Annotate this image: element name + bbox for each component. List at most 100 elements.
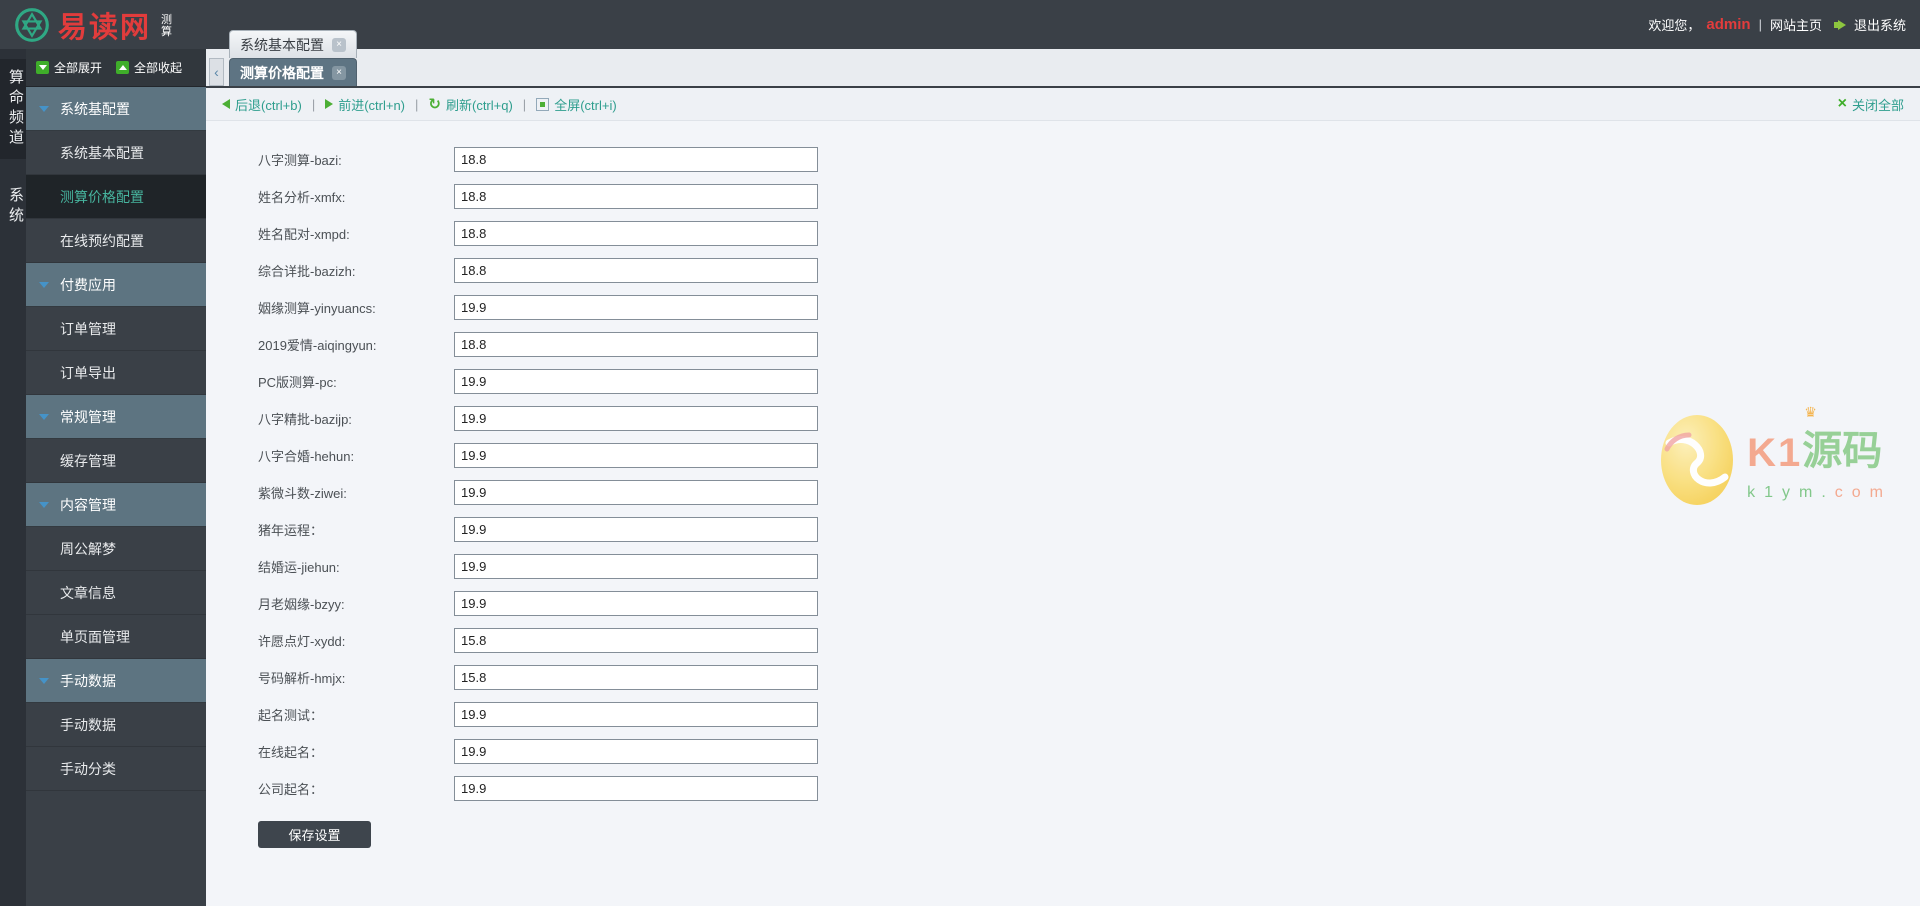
form-row: 许愿点灯-xydd: [258, 622, 1920, 659]
vertical-nav-label: 系统 [7, 187, 24, 227]
sidebar-item[interactable]: 周公解梦 [26, 527, 206, 571]
form-row: 号码解析-hmjx: [258, 659, 1920, 696]
sidebar-item[interactable]: 文章信息 [26, 571, 206, 615]
field-label: 在线起名： [258, 745, 324, 760]
refresh-button[interactable]: ↻ 刷新(ctrl+q) [428, 95, 512, 114]
price-input[interactable] [454, 443, 818, 468]
price-input[interactable] [454, 591, 818, 616]
price-input[interactable] [454, 702, 818, 727]
sidebar-item-label: 系统基本配置 [60, 144, 144, 161]
price-input[interactable] [454, 406, 818, 431]
welcome-text: 欢迎您， [1648, 18, 1701, 33]
price-input[interactable] [454, 517, 818, 542]
field-label: 综合详批-bazizh: [258, 264, 356, 279]
field-label: 紫微斗数-ziwei: [258, 486, 347, 501]
sidebar-item[interactable]: 测算价格配置 [26, 175, 206, 219]
forward-label: 前进(ctrl+n) [338, 97, 406, 113]
sidebar-item[interactable]: 手动数据 [26, 659, 206, 703]
field-label: 许愿点灯-xydd: [258, 634, 346, 649]
form-row: 月老姻缘-bzyy: [258, 585, 1920, 622]
sidebar-item[interactable]: 常规管理 [26, 395, 206, 439]
tab-scroll-left-button[interactable]: ‹ [209, 58, 224, 86]
form-row: 结婚运-jiehun: [258, 548, 1920, 585]
vertical-nav-item[interactable]: 算命频道 [0, 59, 26, 159]
price-input[interactable] [454, 776, 818, 801]
forward-button[interactable]: 前进(ctrl+n) [325, 95, 405, 114]
sidebar-item[interactable]: 系统基配置 [26, 87, 206, 131]
sidebar: 全部展开 全部收起 系统基配置系统基本配置测算价格配置在线预约配置 付费应用订单管… [26, 49, 206, 906]
sidebar-item[interactable]: 单页面管理 [26, 615, 206, 659]
sidebar-item[interactable]: 订单管理 [26, 307, 206, 351]
close-all-icon: × [1837, 95, 1847, 112]
back-button[interactable]: 后退(ctrl+b) [222, 95, 302, 114]
fullscreen-button[interactable]: 全屏(ctrl+i) [536, 95, 617, 114]
sidebar-item[interactable]: 系统基本配置 [26, 131, 206, 175]
sidebar-item[interactable]: 订单导出 [26, 351, 206, 395]
sidebar-item-label: 系统基配置 [60, 100, 130, 117]
field-label: 公司起名： [258, 782, 324, 797]
price-input[interactable] [454, 221, 818, 246]
topbar-user-area: 欢迎您， admin | 网站主页 退出系统 [1648, 15, 1906, 34]
price-input[interactable] [454, 295, 818, 320]
sidebar-item-label: 付费应用 [60, 276, 116, 293]
form-row: 起名测试： [258, 696, 1920, 733]
form-row: 公司起名： [258, 770, 1920, 807]
sidebar-item[interactable]: 手动分类 [26, 747, 206, 791]
sidebar-item-label: 手动分类 [60, 760, 116, 777]
field-label: 起名测试： [258, 708, 324, 723]
price-input[interactable] [454, 332, 818, 357]
tab[interactable]: 系统基本配置 × [229, 30, 357, 58]
field-label: 姻缘测算-yinyuancs: [258, 301, 376, 316]
price-input[interactable] [454, 258, 818, 283]
refresh-icon: ↻ [428, 95, 441, 113]
price-input[interactable] [454, 369, 818, 394]
form-row: PC版测算-pc: [258, 363, 1920, 400]
field-label: 月老姻缘-bzyy: [258, 597, 345, 612]
price-input[interactable] [454, 147, 818, 172]
sidebar-item-label: 在线预约配置 [60, 232, 144, 249]
form-row: 2019爱情-aiqingyun: [258, 326, 1920, 363]
price-input[interactable] [454, 480, 818, 505]
field-label: 八字精批-bazijp: [258, 412, 352, 427]
collapse-all-button[interactable]: 全部收起 [116, 59, 182, 76]
logout-arrow-icon [1833, 19, 1846, 30]
refresh-label: 刷新(ctrl+q) [445, 97, 513, 113]
sidebar-item[interactable]: 缓存管理 [26, 439, 206, 483]
sidebar-item[interactable]: 内容管理 [26, 483, 206, 527]
form-row: 综合详批-bazizh: [258, 252, 1920, 289]
field-label: 猪年运程： [258, 523, 324, 538]
expand-all-button[interactable]: 全部展开 [36, 59, 102, 76]
site-subtitle-char2: 算 [161, 25, 173, 38]
price-input[interactable] [454, 628, 818, 653]
toolbar: 后退(ctrl+b) | 前进(ctrl+n) | ↻ 刷新(ctrl+q) |… [206, 88, 1920, 121]
forward-icon [325, 99, 334, 109]
close-all-button[interactable]: × 关闭全部 [1838, 95, 1904, 114]
sidebar-item[interactable]: 手动数据 [26, 703, 206, 747]
home-link[interactable]: 网站主页 [1770, 15, 1822, 34]
watermark-brand-latin: K1 [1747, 431, 1803, 475]
price-input[interactable] [454, 554, 818, 579]
toolbar-separator: | [415, 96, 419, 112]
tab-label: 测算价格配置 [240, 64, 324, 81]
sidebar-item-label: 周公解梦 [60, 540, 116, 557]
price-input[interactable] [454, 739, 818, 764]
tab-bar: ‹ 系统基本配置 × 测算价格配置 × [206, 30, 1920, 88]
vertical-nav-label: 算命频道 [7, 69, 24, 149]
tab[interactable]: 测算价格配置 × [229, 58, 357, 86]
logout-link[interactable]: 退出系统 [1854, 15, 1906, 34]
watermark-domain-orange: com [1834, 484, 1892, 501]
price-input[interactable] [454, 184, 818, 209]
form-row: 姻缘测算-yinyuancs: [258, 289, 1920, 326]
sidebar-item[interactable]: 付费应用 [26, 263, 206, 307]
watermark-text: K1 ♛ 源码 k1ym.com [1747, 404, 1892, 502]
tab-close-icon[interactable]: × [332, 37, 346, 52]
price-input[interactable] [454, 665, 818, 690]
crown-icon: ♛ [1804, 404, 1817, 420]
sidebar-menu: 系统基配置系统基本配置测算价格配置在线预约配置 付费应用订单管理 订单导出 常规管理缓… [26, 87, 206, 906]
save-settings-button[interactable]: 保存设置 [258, 821, 371, 848]
tab-close-icon[interactable]: × [332, 65, 346, 80]
form-row: 八字测算-bazi: [258, 141, 1920, 178]
field-label: 姓名分析-xmfx: [258, 190, 346, 205]
sidebar-item[interactable]: 在线预约配置 [26, 219, 206, 263]
vertical-nav-item[interactable]: 系统 [0, 177, 26, 237]
